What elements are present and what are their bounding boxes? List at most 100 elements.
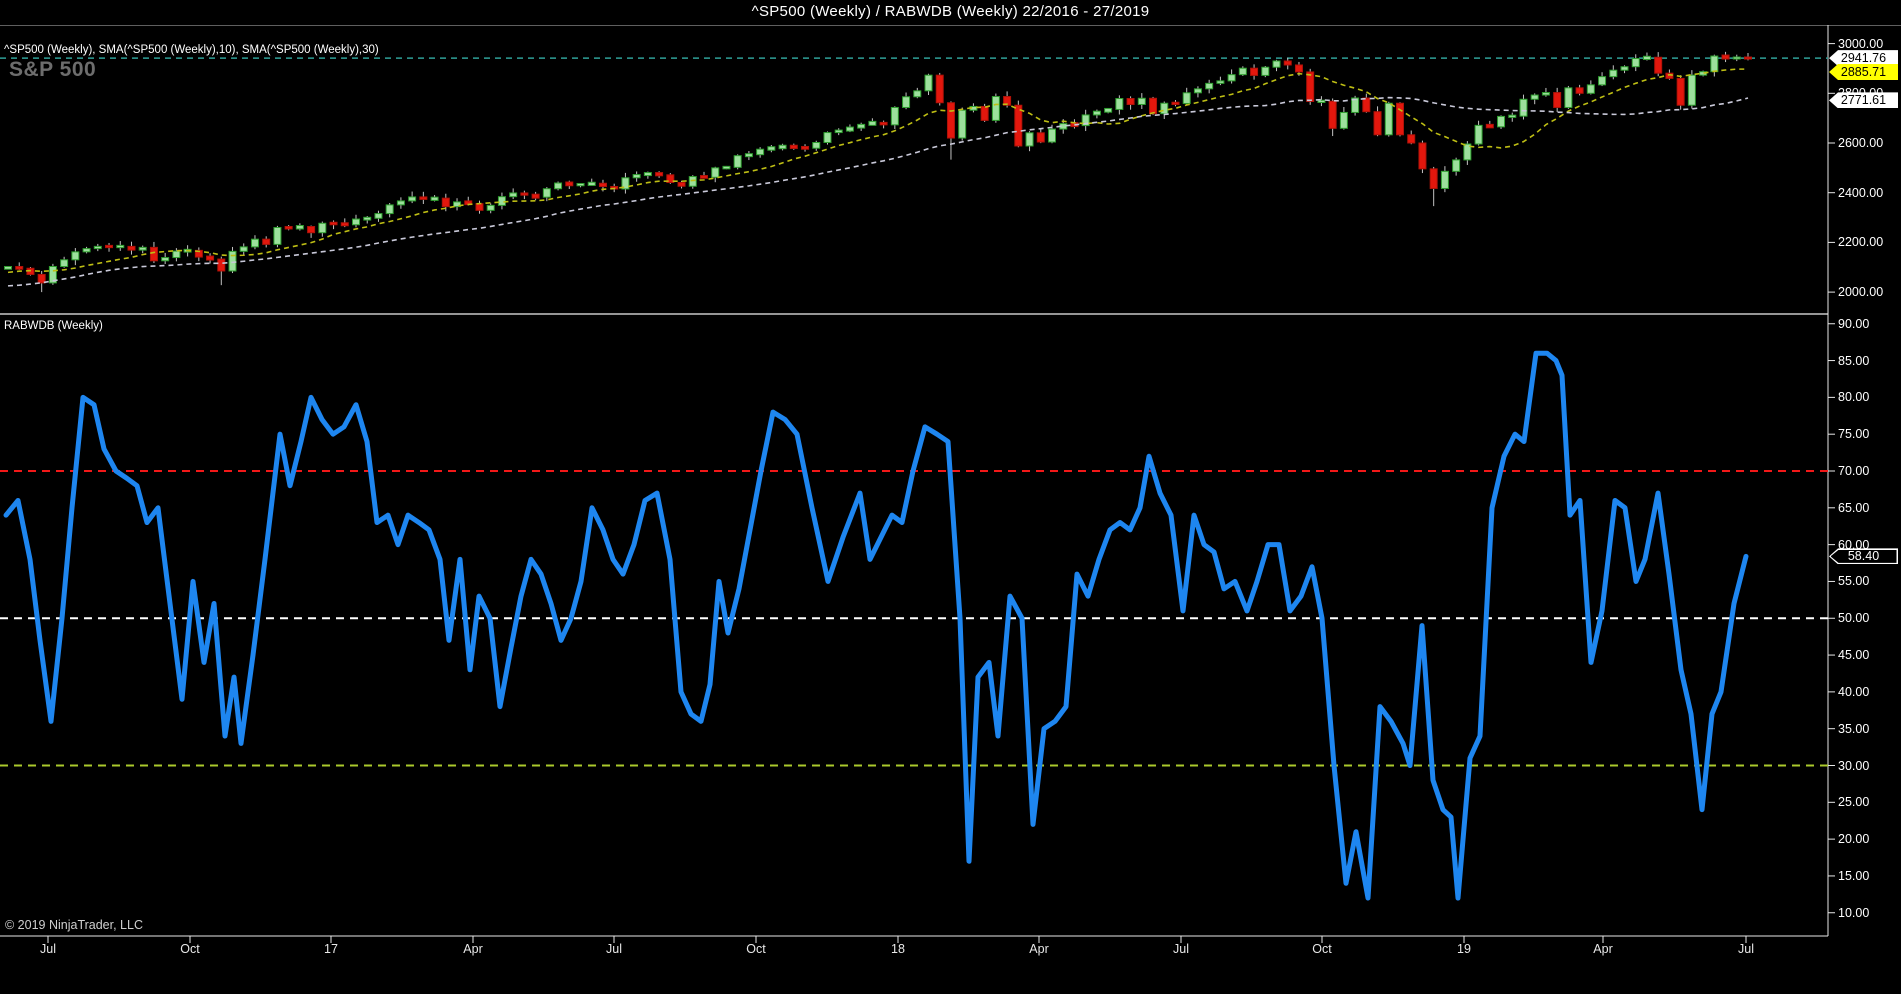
time-tick-label: Oct bbox=[180, 942, 200, 956]
candle-body bbox=[1339, 111, 1348, 129]
candle-body bbox=[1238, 67, 1247, 76]
time-tick-label: Apr bbox=[1029, 942, 1049, 956]
indicator-tick-label: 85.00 bbox=[1838, 353, 1870, 368]
candle-body bbox=[1396, 102, 1404, 136]
time-tick-label: Oct bbox=[1312, 942, 1332, 956]
candle-body bbox=[632, 174, 641, 179]
candle-body bbox=[1216, 80, 1225, 84]
candle-body bbox=[531, 193, 540, 199]
candle-body bbox=[700, 175, 708, 179]
candle-body bbox=[374, 213, 383, 219]
candle-body bbox=[554, 182, 563, 190]
candle-body bbox=[565, 181, 574, 187]
candle-body bbox=[60, 259, 69, 268]
candle-body bbox=[116, 244, 125, 249]
candle-body bbox=[430, 196, 439, 201]
indicator-tick-label: 10.00 bbox=[1838, 905, 1870, 920]
candle-body bbox=[1250, 67, 1259, 76]
candle-body bbox=[1721, 54, 1730, 60]
candle-body bbox=[1642, 55, 1651, 61]
indicator-panel-label: RABWDB (Weekly) bbox=[4, 320, 103, 332]
candle-body bbox=[1710, 55, 1719, 73]
candle-body bbox=[352, 218, 360, 226]
candle-body bbox=[1182, 92, 1191, 104]
candle-body bbox=[1407, 134, 1416, 144]
candle-body bbox=[105, 244, 114, 249]
candle-body bbox=[677, 182, 686, 187]
candle-body bbox=[318, 222, 327, 234]
candle-body bbox=[688, 176, 697, 187]
candle-body bbox=[542, 188, 551, 198]
price-tick-label: 2400.00 bbox=[1838, 185, 1884, 200]
candle-body bbox=[1541, 92, 1550, 96]
price-panel-legend: ^SP500 (Weekly), SMA(^SP500 (Weekly),10)… bbox=[4, 44, 379, 56]
sma30-tag-text: 2771.61 bbox=[1830, 93, 1897, 107]
candle-body bbox=[913, 90, 922, 98]
candle-body bbox=[980, 105, 989, 121]
candle-body bbox=[1530, 94, 1539, 100]
indicator-tick-label: 25.00 bbox=[1838, 795, 1870, 810]
candle-body bbox=[1732, 56, 1741, 60]
candle-body bbox=[890, 106, 899, 126]
candle-body bbox=[1452, 159, 1461, 172]
indicator-tick-label: 45.00 bbox=[1838, 648, 1870, 663]
candle-body bbox=[946, 102, 955, 139]
rabwdb-value-tag-text: 58.40 bbox=[1830, 549, 1897, 563]
candle-body bbox=[441, 197, 450, 208]
time-tick-label: Jul bbox=[40, 942, 56, 956]
candle-body bbox=[1137, 97, 1146, 105]
candle-body bbox=[1362, 97, 1371, 113]
candle-body bbox=[284, 225, 293, 230]
candle-body bbox=[1429, 168, 1438, 189]
candle-body bbox=[812, 142, 821, 149]
candle-body bbox=[1025, 132, 1034, 147]
candle-body bbox=[722, 165, 731, 170]
time-tick-label: 17 bbox=[324, 942, 338, 956]
candle-body bbox=[273, 226, 282, 245]
indicator-tick-label: 20.00 bbox=[1838, 832, 1870, 847]
candle-body bbox=[1283, 60, 1292, 66]
candle-body bbox=[1575, 87, 1584, 94]
candle-body bbox=[127, 245, 136, 251]
candle-body bbox=[1598, 76, 1607, 86]
candle-body bbox=[868, 120, 877, 126]
price-tick-label: 2000.00 bbox=[1838, 285, 1884, 300]
candle-body bbox=[1205, 82, 1214, 90]
last-price-tag: 2941.76 bbox=[1829, 50, 1898, 67]
candle-body bbox=[789, 144, 798, 149]
candle-body bbox=[419, 196, 428, 200]
candle-body bbox=[935, 74, 944, 104]
candle-body bbox=[1564, 87, 1573, 108]
candle-body bbox=[71, 251, 80, 261]
candle-body bbox=[1676, 77, 1685, 106]
candle-body bbox=[1474, 124, 1483, 145]
candle-body bbox=[363, 216, 372, 221]
candle-body bbox=[295, 224, 304, 230]
candle-body bbox=[396, 200, 405, 206]
candle-body bbox=[1092, 110, 1101, 116]
candle-body bbox=[1485, 123, 1494, 129]
candle-body bbox=[1519, 98, 1528, 117]
indicator-tick-label: 70.00 bbox=[1838, 464, 1870, 478]
candle-body bbox=[250, 238, 259, 248]
copyright-notice: © 2019 NinjaTrader, LLC bbox=[5, 918, 143, 932]
candle-body bbox=[1631, 58, 1640, 68]
candle-body bbox=[1193, 88, 1202, 94]
instrument-watermark: S&P 500 bbox=[9, 58, 97, 81]
candle-body bbox=[801, 145, 810, 150]
candle-body bbox=[138, 246, 147, 251]
sma10-tag-text: 2885.71 bbox=[1830, 65, 1897, 79]
indicator-tick-label: 65.00 bbox=[1838, 500, 1870, 515]
price-tick-label: 2200.00 bbox=[1838, 235, 1884, 250]
sma10-tag: 2885.71 bbox=[1829, 64, 1898, 80]
candle-body bbox=[1744, 56, 1752, 60]
candle-body bbox=[1126, 98, 1135, 105]
candle-body bbox=[1048, 128, 1056, 143]
candle-body bbox=[655, 172, 664, 177]
indicator-tick-label: 90.00 bbox=[1838, 316, 1870, 331]
chart-canvas[interactable] bbox=[0, 0, 1901, 994]
candle-body bbox=[991, 96, 1000, 121]
candle-body bbox=[228, 250, 237, 272]
chart-window: ^SP500 (Weekly) / RABWDB (Weekly) 22/201… bbox=[0, 0, 1901, 994]
time-axis[interactable] bbox=[0, 936, 1828, 962]
